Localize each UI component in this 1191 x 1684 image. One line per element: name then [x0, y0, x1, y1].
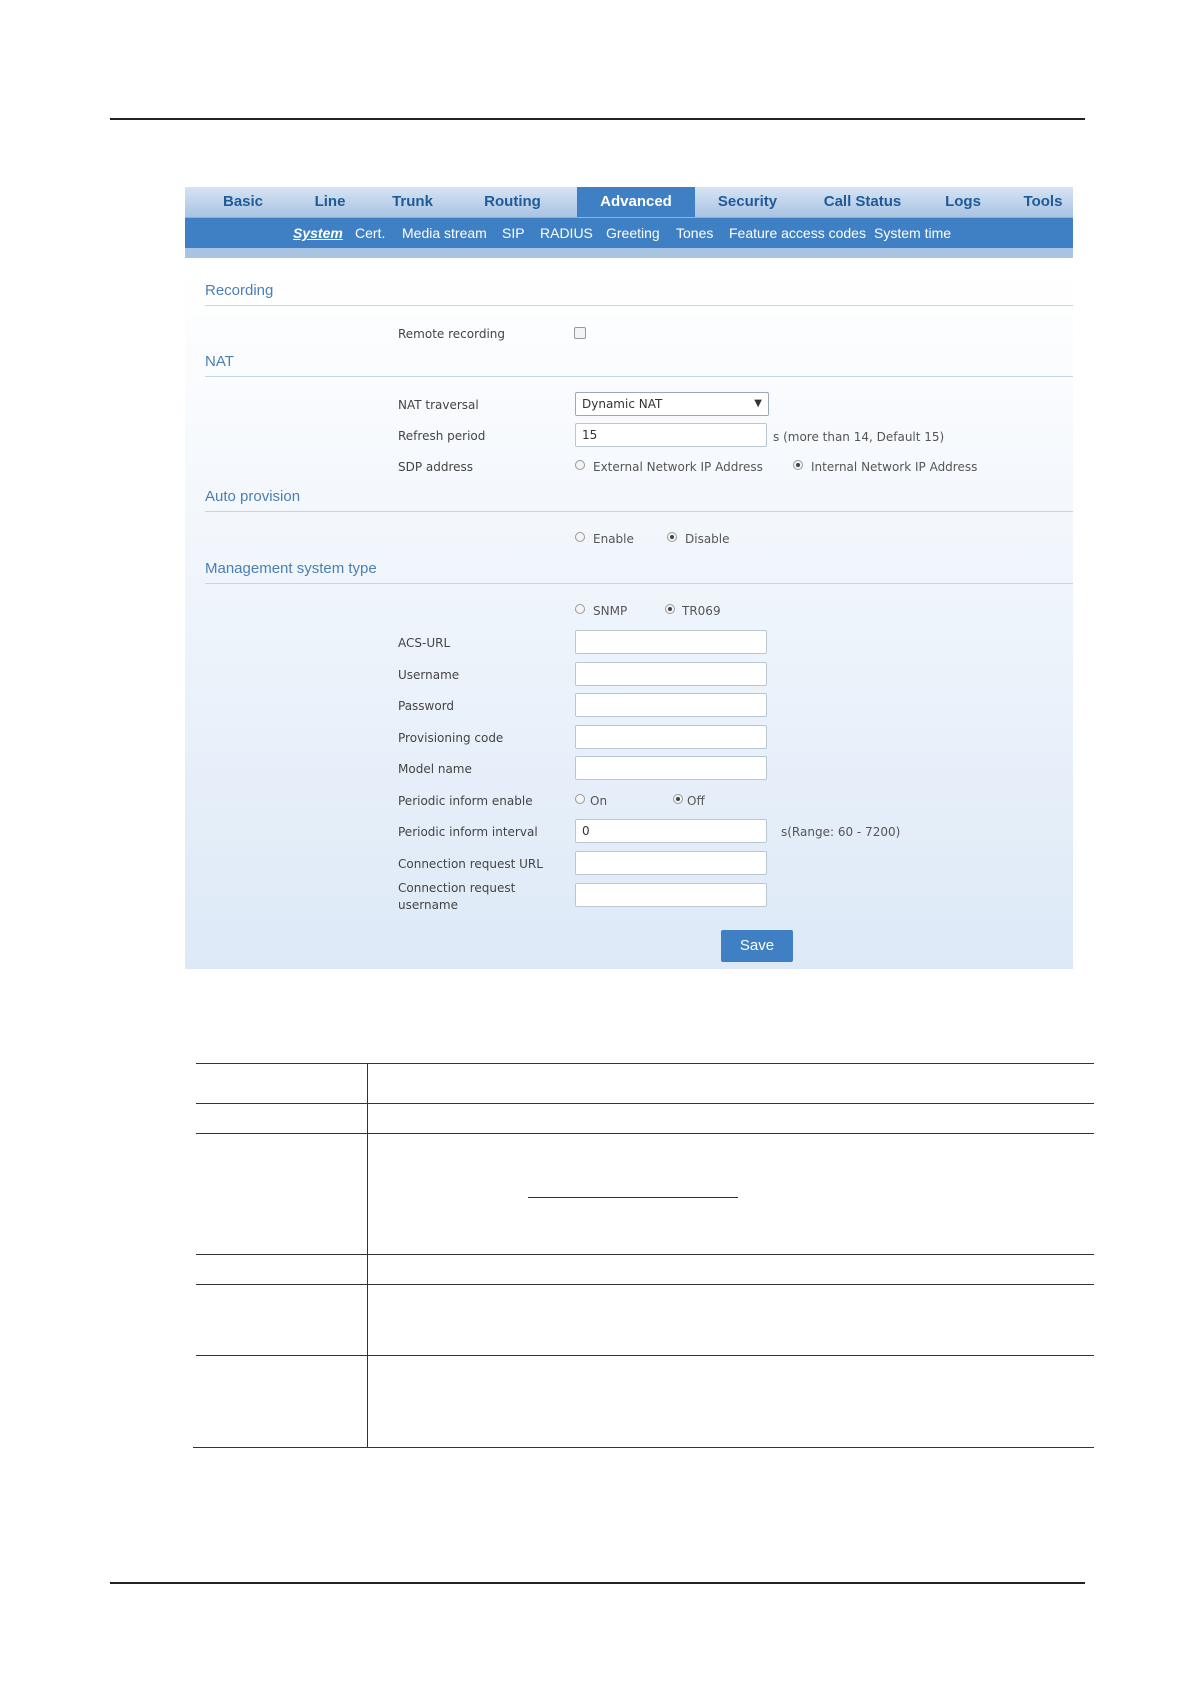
auto-enable-radio[interactable]	[575, 532, 585, 542]
footer-rule	[110, 1582, 1085, 1584]
username-label: Username	[398, 668, 460, 682]
sdp-external-label: External Network IP Address	[593, 460, 763, 474]
section-nat: NAT	[205, 353, 1073, 377]
tab-routing[interactable]: Routing	[475, 187, 550, 217]
connection-request-username-input[interactable]	[575, 883, 767, 907]
provisioning-code-label: Provisioning code	[398, 731, 504, 745]
subtab-system[interactable]: System	[293, 218, 343, 248]
nat-traversal-label: NAT traversal	[398, 398, 479, 412]
tab-basic[interactable]: Basic	[213, 187, 273, 217]
chevron-down-icon: ▼	[754, 398, 762, 409]
auto-enable-label: Enable	[593, 532, 634, 546]
periodic-on-radio[interactable]	[575, 794, 585, 804]
tab-trunk[interactable]: Trunk	[380, 187, 445, 217]
table-rule	[196, 1133, 1094, 1134]
subtab-system-time[interactable]: System time	[874, 218, 951, 248]
connection-request-url-label: Connection request URL	[398, 857, 543, 871]
save-button[interactable]: Save	[721, 930, 793, 962]
underline-mark	[528, 1197, 738, 1198]
subtab-tones[interactable]: Tones	[676, 218, 713, 248]
acs-url-label: ACS-URL	[398, 636, 451, 650]
subtab-greeting[interactable]: Greeting	[606, 218, 660, 248]
username-input[interactable]	[575, 662, 767, 686]
subtab-feature-access-codes[interactable]: Feature access codes	[729, 218, 866, 248]
provisioning-code-input[interactable]	[575, 725, 767, 749]
refresh-period-input[interactable]: 15	[575, 423, 767, 447]
snmp-label: SNMP	[593, 604, 628, 618]
tr069-radio[interactable]	[665, 604, 675, 614]
header-rule	[110, 118, 1085, 120]
refresh-period-hint: s (more than 14, Default 15)	[773, 430, 945, 444]
tab-line[interactable]: Line	[300, 187, 360, 217]
sdp-external-radio[interactable]	[575, 460, 585, 470]
sdp-address-label: SDP address	[398, 460, 474, 474]
periodic-off-label: Off	[687, 794, 705, 808]
model-name-label: Model name	[398, 762, 472, 776]
model-name-input[interactable]	[575, 756, 767, 780]
password-input[interactable]	[575, 693, 767, 717]
subtab-cert[interactable]: Cert.	[355, 218, 385, 248]
snmp-radio[interactable]	[575, 604, 585, 614]
tr069-label: TR069	[682, 604, 721, 618]
acs-url-input[interactable]	[575, 630, 767, 654]
password-label: Password	[398, 699, 455, 713]
periodic-off-radio[interactable]	[673, 794, 683, 804]
table-rule	[196, 1355, 1094, 1356]
table-rule	[196, 1284, 1094, 1285]
table-rule	[196, 1063, 1094, 1064]
section-management-system-type: Management system type	[205, 560, 1073, 584]
remote-recording-checkbox[interactable]	[574, 327, 586, 339]
auto-disable-radio[interactable]	[667, 532, 677, 542]
subtab-radius[interactable]: RADIUS	[540, 218, 593, 248]
nat-traversal-value: Dynamic NAT	[582, 397, 663, 411]
table-rule	[193, 1447, 1094, 1448]
web-ui-screenshot: Basic Line Trunk Routing Advanced Securi…	[185, 187, 1073, 969]
table-column-divider	[367, 1063, 368, 1448]
tab-call-status[interactable]: Call Status	[815, 187, 910, 217]
auto-disable-label: Disable	[685, 532, 730, 546]
periodic-on-label: On	[590, 794, 608, 808]
tab-tools[interactable]: Tools	[1013, 187, 1073, 217]
nat-traversal-select[interactable]: Dynamic NAT ▼	[575, 392, 769, 416]
connection-request-url-input[interactable]	[575, 851, 767, 875]
refresh-period-label: Refresh period	[398, 429, 486, 443]
table-rule	[196, 1254, 1094, 1255]
table-rule	[196, 1103, 1094, 1104]
sub-navigation: System Cert. Media stream SIP RADIUS Gre…	[185, 218, 1073, 248]
periodic-inform-interval-input[interactable]: 0	[575, 819, 767, 843]
remote-recording-label: Remote recording	[398, 327, 506, 341]
periodic-inform-interval-label: Periodic inform interval	[398, 825, 538, 839]
top-navigation: Basic Line Trunk Routing Advanced Securi…	[185, 187, 1073, 218]
periodic-interval-hint: s(Range: 60 - 7200)	[781, 825, 901, 839]
sdp-internal-label: Internal Network IP Address	[811, 460, 978, 474]
sdp-internal-radio[interactable]	[793, 460, 803, 470]
connection-request-username-label: Connection request username	[398, 881, 516, 912]
section-auto-provision: Auto provision	[205, 488, 1073, 512]
tab-logs[interactable]: Logs	[933, 187, 993, 217]
periodic-inform-enable-label: Periodic inform enable	[398, 794, 533, 808]
section-recording: Recording	[205, 282, 1073, 306]
subtab-sip[interactable]: SIP	[502, 218, 525, 248]
tab-security[interactable]: Security	[705, 187, 790, 217]
tab-advanced[interactable]: Advanced	[577, 187, 695, 217]
subtab-media-stream[interactable]: Media stream	[402, 218, 487, 248]
subnav-bar	[185, 248, 1073, 258]
